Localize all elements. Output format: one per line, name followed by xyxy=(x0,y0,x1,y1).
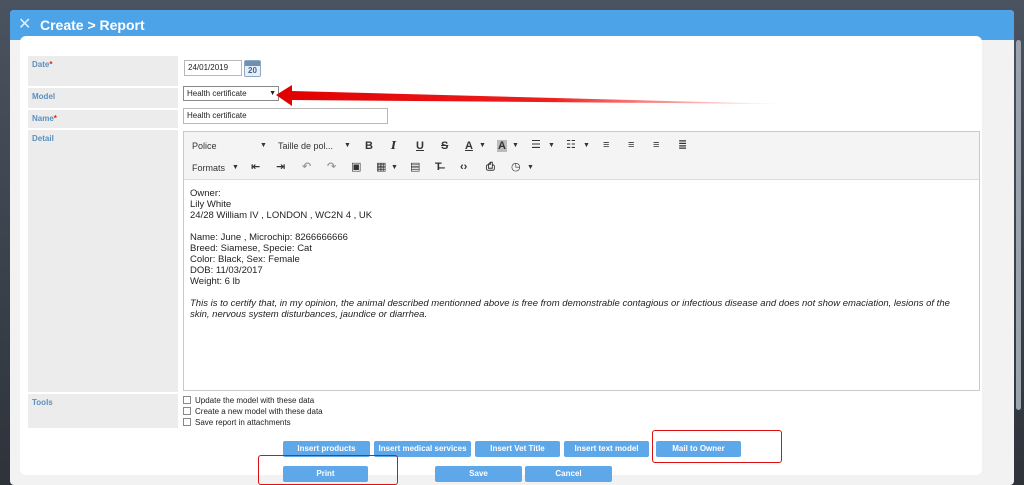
document-line: Breed: Siamese, Specie: Cat xyxy=(190,243,312,254)
chevron-down-icon: ▼ xyxy=(391,164,398,171)
source-code-icon[interactable]: ‹› xyxy=(460,161,467,173)
document-line: Color: Black, Sex: Female xyxy=(190,254,300,265)
alarm-icon[interactable]: ◷ xyxy=(511,161,521,173)
font-size-dropdown[interactable]: Taille de pol... xyxy=(278,140,333,152)
print-highlight xyxy=(258,455,398,485)
scrollbar[interactable] xyxy=(1016,40,1021,410)
date-field[interactable]: 24/01/2019 xyxy=(184,60,242,76)
print-icon[interactable]: ⎙ xyxy=(486,161,495,173)
dialog-title: Create > Report xyxy=(40,17,145,33)
align-left-icon[interactable]: ≡ xyxy=(603,139,609,151)
insert-vet-title-button[interactable]: Insert Vet Title xyxy=(475,441,560,457)
numbered-list-icon[interactable]: ☷ xyxy=(566,139,576,151)
detail-label: Detail xyxy=(28,130,178,392)
close-icon[interactable]: ✕ xyxy=(18,16,31,34)
mail-to-owner-highlight xyxy=(652,430,782,463)
chevron-down-icon: ▼ xyxy=(512,142,519,149)
undo-icon[interactable]: ↶ xyxy=(302,161,311,173)
bold-icon[interactable]: B xyxy=(365,140,373,152)
document-line: Weight: 6 lb xyxy=(190,276,240,287)
cancel-button[interactable]: Cancel xyxy=(525,466,612,482)
document-line: Lily White xyxy=(190,199,232,210)
rich-text-editor: Police ▼ Taille de pol... ▼ B I U S A ▼ … xyxy=(183,131,980,391)
align-justify-icon[interactable]: ≣ xyxy=(678,139,687,151)
outdent-icon[interactable]: ⇤ xyxy=(251,161,260,173)
date-label: Date* xyxy=(28,56,178,86)
checkbox[interactable] xyxy=(183,418,191,426)
checkbox[interactable] xyxy=(183,407,191,415)
align-center-icon[interactable]: ≡ xyxy=(628,139,634,151)
underline-icon[interactable]: U xyxy=(416,140,424,152)
calendar-icon[interactable]: 20 xyxy=(244,60,261,77)
tools-label: Tools xyxy=(28,394,178,428)
strikethrough-icon[interactable]: S xyxy=(441,140,448,152)
document-line: Owner: xyxy=(190,188,221,199)
image-icon[interactable]: ▣ xyxy=(351,161,361,173)
indent-icon[interactable]: ⇥ xyxy=(276,161,285,173)
certification-paragraph: This is to certify that, in my opinion, … xyxy=(190,298,950,320)
editor-toolbar: Police ▼ Taille de pol... ▼ B I U S A ▼ … xyxy=(184,132,979,180)
chevron-down-icon: ▼ xyxy=(527,164,534,171)
clear-formatting-icon[interactable]: T̶ xyxy=(435,161,442,173)
document-line: Name: June , Microchip: 8266666666 xyxy=(190,232,348,243)
background-color-icon[interactable]: A xyxy=(497,140,507,152)
insert-text-model-button[interactable]: Insert text model xyxy=(564,441,649,457)
table-icon[interactable]: ▦ xyxy=(376,161,386,173)
name-field[interactable]: Health certificate xyxy=(183,108,388,124)
create-model-option[interactable]: Create a new model with these data xyxy=(183,407,323,417)
chevron-down-icon: ▼ xyxy=(344,142,351,149)
save-button[interactable]: Save xyxy=(435,466,522,482)
model-label: Model xyxy=(28,88,178,108)
text-color-icon[interactable]: A xyxy=(465,140,473,152)
document-line: 24/28 William IV , LONDON , WC2N 4 , UK xyxy=(190,210,373,221)
bullet-list-icon[interactable]: ☰ xyxy=(531,139,541,151)
redo-icon[interactable]: ↷ xyxy=(327,161,336,173)
model-select[interactable]: Health certificate ▼ xyxy=(183,86,279,101)
chevron-down-icon: ▼ xyxy=(548,142,555,149)
chevron-down-icon: ▼ xyxy=(232,164,239,171)
paste-icon[interactable]: ▤ xyxy=(410,161,420,173)
align-right-icon[interactable]: ≡ xyxy=(653,139,659,151)
chevron-down-icon: ▼ xyxy=(583,142,590,149)
italic-icon[interactable]: I xyxy=(391,140,396,152)
checkbox[interactable] xyxy=(183,396,191,404)
annotation-arrow xyxy=(276,85,781,106)
save-attachments-option[interactable]: Save report in attachments xyxy=(183,418,291,428)
dropdown-caret-icon: ▼ xyxy=(269,90,276,97)
font-family-dropdown[interactable]: Police xyxy=(192,140,217,152)
chevron-down-icon: ▼ xyxy=(260,142,267,149)
editor-content[interactable]: Owner: Lily White 24/28 William IV , LON… xyxy=(190,188,970,320)
name-label: Name* xyxy=(28,110,178,128)
chevron-down-icon: ▼ xyxy=(479,142,486,149)
document-line: DOB: 11/03/2017 xyxy=(190,265,263,276)
formats-dropdown[interactable]: Formats xyxy=(192,162,225,174)
update-model-option[interactable]: Update the model with these data xyxy=(183,396,314,406)
